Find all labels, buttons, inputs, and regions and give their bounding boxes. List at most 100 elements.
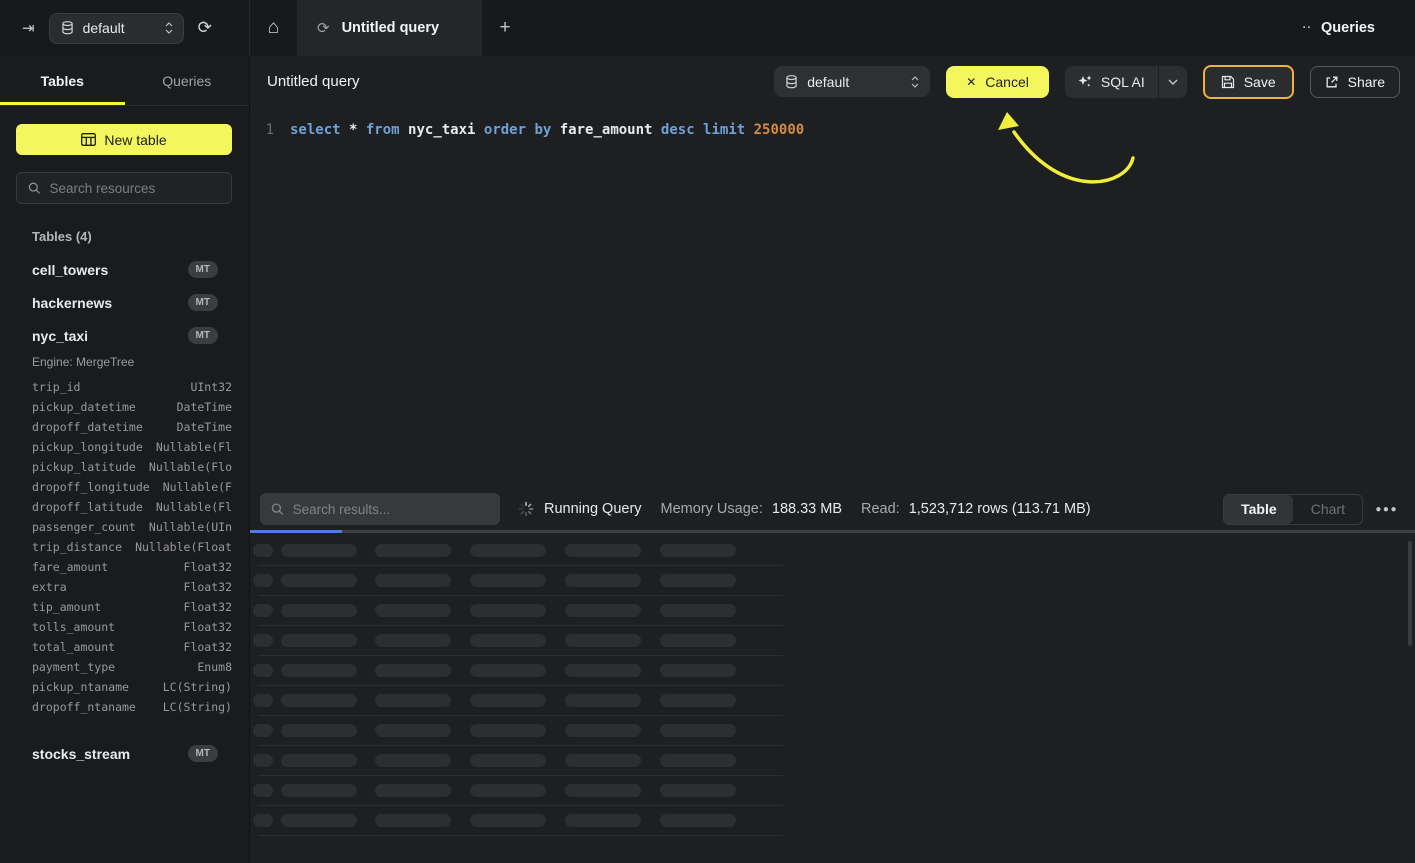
- sql-ai-dropdown[interactable]: [1158, 66, 1187, 98]
- memory-usage-value: 188.33 MB: [772, 501, 842, 517]
- query-status: Running Query: [518, 501, 642, 517]
- table-item-stocks-stream[interactable]: stocks_stream MT: [32, 737, 218, 770]
- column-row[interactable]: dropoff_longitude Nullable(F: [32, 477, 232, 497]
- cancel-button[interactable]: ✕ Cancel: [946, 66, 1049, 98]
- column-type: Float32: [184, 560, 232, 574]
- column-type: DateTime: [177, 420, 232, 434]
- sidebar-database-value: default: [83, 20, 156, 36]
- updown-chevrons-icon: [911, 76, 919, 88]
- plus-icon: +: [499, 17, 510, 39]
- column-name: tip_amount: [32, 600, 101, 614]
- column-row[interactable]: pickup_longitude Nullable(Fl: [32, 437, 232, 457]
- skeleton-row: [250, 776, 1415, 806]
- results-search[interactable]: [260, 493, 500, 525]
- column-name: trip_distance: [32, 540, 122, 554]
- results-loading-skeleton: [250, 533, 1415, 863]
- table-item-cell-towers[interactable]: cell_towers MT: [32, 253, 218, 286]
- results-search-input[interactable]: [293, 502, 489, 517]
- skeleton-row: [250, 626, 1415, 656]
- top-bar: ⇥ default ⟳ ⌂ ⟳ Untitled query + ·· Quer…: [0, 0, 1415, 56]
- column-type: Nullable(Float: [135, 540, 232, 554]
- tab-untitled-query[interactable]: ⟳ Untitled query: [297, 0, 482, 56]
- column-type: Float32: [184, 620, 232, 634]
- skeleton-row: [250, 746, 1415, 776]
- engine-badge: MT: [188, 745, 218, 762]
- sidebar-tab-queries[interactable]: Queries: [125, 56, 250, 105]
- table-icon: [81, 133, 96, 146]
- column-row[interactable]: tip_amount Float32: [32, 597, 232, 617]
- column-row[interactable]: pickup_datetime DateTime: [32, 397, 232, 417]
- column-type: Nullable(F: [163, 480, 232, 494]
- tab-label: Untitled query: [342, 20, 439, 36]
- column-name: pickup_ntaname: [32, 680, 129, 694]
- column-name: passenger_count: [32, 520, 136, 534]
- column-row[interactable]: passenger_count Nullable(UIn: [32, 517, 232, 537]
- column-row[interactable]: trip_id UInt32: [32, 377, 232, 397]
- column-row[interactable]: fare_amount Float32: [32, 557, 232, 577]
- sidebar-tab-tables[interactable]: Tables: [0, 56, 125, 105]
- column-name: pickup_latitude: [32, 460, 136, 474]
- skeleton-row: [250, 686, 1415, 716]
- column-type: Nullable(Flo: [149, 460, 232, 474]
- column-row[interactable]: payment_type Enum8: [32, 657, 232, 677]
- column-type: UInt32: [190, 380, 232, 394]
- table-item-nyc-taxi[interactable]: nyc_taxi MT: [32, 319, 218, 352]
- sidebar-tabs: Tables Queries: [0, 56, 249, 106]
- column-row[interactable]: pickup_ntaname LC(String): [32, 677, 232, 697]
- new-table-label: New table: [104, 132, 166, 148]
- column-row[interactable]: trip_distance Nullable(Float: [32, 537, 232, 557]
- column-name: dropoff_latitude: [32, 500, 143, 514]
- query-status-text: Running Query: [544, 501, 642, 517]
- queries-link[interactable]: ·· Queries: [1303, 0, 1415, 56]
- column-row[interactable]: tolls_amount Float32: [32, 617, 232, 637]
- sql-ai-label: SQL AI: [1101, 74, 1145, 90]
- column-name: pickup_longitude: [32, 440, 143, 454]
- read-value: 1,523,712 rows (113.71 MB): [909, 501, 1091, 517]
- view-toggle-chart[interactable]: Chart: [1293, 495, 1362, 524]
- column-type: Float32: [184, 640, 232, 654]
- more-options-button[interactable]: ●●●: [1373, 500, 1400, 519]
- sql-ai-main[interactable]: SQL AI: [1065, 66, 1158, 98]
- sql-ai-button[interactable]: SQL AI: [1065, 66, 1187, 98]
- save-button[interactable]: Save: [1203, 65, 1294, 99]
- column-name: payment_type: [32, 660, 115, 674]
- results-scrollbar[interactable]: [1408, 541, 1412, 646]
- column-row[interactable]: dropoff_latitude Nullable(Fl: [32, 497, 232, 517]
- share-icon: [1325, 75, 1339, 89]
- table-item-hackernews[interactable]: hackernews MT: [32, 286, 218, 319]
- column-name: dropoff_ntaname: [32, 700, 136, 714]
- refresh-icon[interactable]: ⟳: [198, 18, 212, 38]
- column-row[interactable]: dropoff_ntaname LC(String): [32, 697, 232, 717]
- column-type: DateTime: [177, 400, 232, 414]
- line-number: 1: [250, 120, 274, 140]
- column-name: extra: [32, 580, 67, 594]
- sidebar-database-selector[interactable]: default: [49, 13, 184, 44]
- column-type: LC(String): [163, 680, 232, 694]
- sidebar-search[interactable]: [16, 172, 232, 204]
- skeleton-row: [250, 656, 1415, 686]
- new-table-button[interactable]: New table: [16, 124, 232, 155]
- main-panel: Untitled query default ✕ Cancel: [250, 56, 1415, 863]
- search-icon: [28, 181, 40, 195]
- view-toggle-table[interactable]: Table: [1224, 495, 1293, 524]
- home-button[interactable]: ⌂: [250, 0, 297, 56]
- database-icon: [61, 21, 74, 35]
- share-label: Share: [1348, 74, 1385, 90]
- column-row[interactable]: dropoff_datetime DateTime: [32, 417, 232, 437]
- results-toolbar: Running Query Memory Usage: 188.33 MB Re…: [250, 488, 1415, 530]
- query-database-value: default: [807, 74, 902, 90]
- memory-usage: Memory Usage: 188.33 MB: [661, 501, 842, 517]
- sql-editor[interactable]: 1 select * from nyc_taxi order by fare_a…: [250, 107, 1415, 488]
- column-row[interactable]: pickup_latitude Nullable(Flo: [32, 457, 232, 477]
- new-tab-button[interactable]: +: [482, 0, 528, 56]
- collapse-sidebar-icon[interactable]: ⇥: [22, 19, 35, 37]
- column-name: dropoff_longitude: [32, 480, 150, 494]
- code-line-1: 1 select * from nyc_taxi order by fare_a…: [250, 120, 1415, 140]
- column-row[interactable]: total_amount Float32: [32, 637, 232, 657]
- sidebar-search-input[interactable]: [49, 181, 220, 196]
- column-row[interactable]: extra Float32: [32, 577, 232, 597]
- tables-section-label: Tables (4): [32, 229, 249, 244]
- share-button[interactable]: Share: [1310, 66, 1400, 98]
- column-type: LC(String): [163, 700, 232, 714]
- query-database-selector[interactable]: default: [774, 66, 930, 97]
